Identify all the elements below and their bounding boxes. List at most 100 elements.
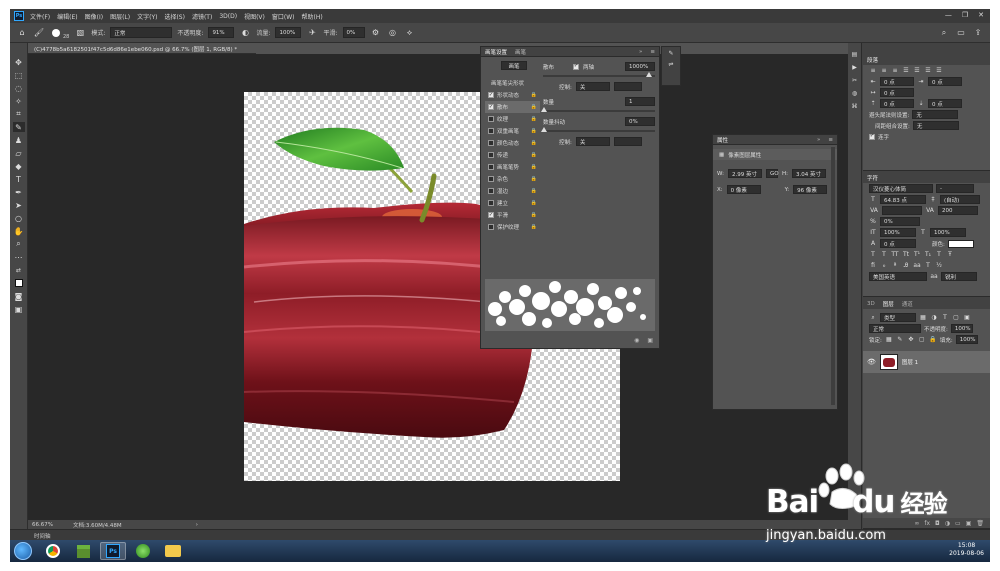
indent-left-input[interactable]: 0 点 (880, 77, 914, 86)
menu-type[interactable]: 文字(Y) (137, 12, 157, 21)
checkbox[interactable] (488, 176, 494, 182)
x-input[interactable]: 0 像素 (726, 185, 761, 194)
airbrush-icon[interactable]: ✈ (306, 27, 318, 39)
count-jitter-input[interactable]: 0% (625, 117, 655, 126)
fill-input[interactable]: 100% (955, 335, 978, 344)
photoshop-taskbar-icon[interactable]: Ps (100, 542, 126, 560)
minimize-icon[interactable]: — (945, 11, 952, 19)
count-slider[interactable] (541, 107, 655, 112)
restore-icon[interactable]: ❐ (962, 11, 968, 19)
fraction-icon[interactable]: ½ (935, 262, 943, 269)
control2-select[interactable]: 关 (575, 137, 610, 146)
checkbox[interactable] (488, 164, 494, 170)
brush-preset-picker[interactable] (50, 27, 62, 39)
symmetry-icon[interactable]: ⟡ (404, 27, 416, 39)
panel-menu-icon[interactable]: ≡ (650, 49, 655, 55)
pen-tool-icon[interactable]: ✒ (13, 187, 25, 197)
lock-icon[interactable]: 🔒 (531, 92, 537, 98)
lock-icon[interactable]: 🔒 (531, 116, 537, 122)
magic-wand-tool-icon[interactable]: ✧ (13, 96, 25, 106)
horizontal-scale-input[interactable]: 100% (930, 228, 966, 237)
leading-input[interactable]: (自动) (940, 195, 980, 204)
checkbox[interactable] (488, 116, 494, 122)
checkbox[interactable] (488, 128, 494, 134)
list-item[interactable]: 建立 🔒 (485, 197, 540, 209)
font-family-select[interactable]: 汉仪菱心体简 (869, 184, 933, 193)
text-color-swatch[interactable] (947, 239, 974, 248)
panel-menu-icon[interactable]: ≡ (828, 137, 833, 143)
screen-mode-icon[interactable]: ▣ (13, 304, 25, 314)
list-item[interactable]: ✓ 平滑 🔒 (485, 209, 540, 221)
flow-input[interactable]: 100% (275, 27, 302, 38)
checkbox[interactable] (488, 224, 494, 230)
scatter-input[interactable]: 1000% (625, 62, 655, 71)
explorer-taskbar-icon[interactable] (160, 542, 186, 560)
bucket-tool-icon[interactable]: ◆ (13, 161, 25, 171)
properties-title[interactable]: 属性 (717, 136, 728, 144)
checkbox[interactable] (488, 188, 494, 194)
layer-row[interactable]: 👁 图层 1 (863, 351, 990, 373)
close-icon[interactable]: ✕ (978, 11, 984, 19)
superscript-icon[interactable]: T¹ (913, 251, 921, 258)
checkbox[interactable] (488, 140, 494, 146)
zoom-readout[interactable]: 66.67% (32, 522, 53, 528)
brush-preset-button[interactable]: 画笔 (501, 61, 527, 70)
character-title[interactable]: 字符 (867, 174, 878, 182)
tab-layers[interactable]: 图层 (883, 300, 894, 308)
status-arrow-icon[interactable]: › (196, 522, 198, 528)
lock-pixels-icon[interactable]: ✎ (896, 336, 904, 343)
filter-pixel-icon[interactable]: ▦ (919, 314, 927, 321)
brush-tip-shape[interactable]: 画笔笔尖形状 (485, 77, 540, 89)
align-right-icon[interactable]: ≡ (891, 67, 899, 74)
justify-left-icon[interactable]: ☰ (902, 67, 910, 74)
history-icon[interactable]: ▤ (851, 51, 859, 58)
preview-toggle-icon[interactable]: ◉ (634, 337, 639, 344)
kinsoku-select[interactable]: 无 (912, 110, 959, 119)
workspace-icon[interactable]: ▭ (955, 27, 967, 39)
y-input[interactable]: 96 像素 (793, 185, 828, 194)
list-item[interactable]: 杂色 🔒 (485, 173, 540, 185)
checkbox[interactable] (488, 200, 494, 206)
lock-icon[interactable]: 🔒 (531, 104, 537, 110)
lock-icon[interactable]: 🔒 (531, 188, 537, 194)
layer-filter-select[interactable]: 类型 (880, 313, 916, 322)
adjust-dock-icon[interactable]: ⇌ (667, 61, 675, 68)
tab-3d[interactable]: 3D (867, 301, 875, 307)
new-brush-icon[interactable]: ▣ (647, 337, 653, 344)
mojikumi-select[interactable]: 无 (912, 121, 959, 130)
color-icon[interactable]: ◍ (851, 90, 859, 97)
filter-type-icon[interactable]: T (941, 314, 949, 321)
vertical-scale-input[interactable]: 100% (880, 228, 916, 237)
chrome-taskbar-icon[interactable] (40, 542, 66, 560)
faux-bold-icon[interactable]: T (869, 251, 877, 258)
menu-image[interactable]: 图像(I) (85, 12, 103, 21)
swash-icon[interactable]: Ꭿ (902, 262, 910, 270)
path-select-tool-icon[interactable]: ➤ (13, 200, 25, 210)
subscript-icon[interactable]: T₁ (924, 251, 932, 258)
actions-icon[interactable]: ▶ (851, 64, 859, 71)
tab-brushes[interactable]: 画笔 (515, 48, 526, 56)
alternates-icon[interactable]: aa (913, 262, 921, 269)
control-select[interactable]: 关 (575, 82, 610, 91)
checkbox[interactable]: ✓ (488, 104, 494, 110)
menu-select[interactable]: 选择(S) (164, 12, 185, 21)
list-item[interactable]: ✓ 形状动态 🔒 (485, 89, 540, 101)
home-icon[interactable]: ⌂ (16, 27, 28, 39)
kerning-input[interactable] (882, 206, 922, 215)
mode-select[interactable]: 正常 (110, 27, 173, 38)
list-item[interactable]: 保护纹理 🔒 (485, 221, 540, 233)
hand-tool-icon[interactable]: ✋ (13, 226, 25, 236)
lasso-tool-icon[interactable]: ◌ (13, 83, 25, 93)
gear-icon[interactable]: ⚙ (370, 27, 382, 39)
tsume-input[interactable]: 0% (880, 217, 920, 226)
pressure-opacity-icon[interactable]: ◐ (239, 27, 251, 39)
tools-preset-icon[interactable]: ✂ (851, 77, 859, 84)
brush-tool-icon[interactable]: 🖌 (33, 27, 45, 39)
faux-italic-icon[interactable]: T (880, 251, 888, 258)
eye-icon[interactable]: 👁 (867, 358, 876, 366)
layer-thumbnail[interactable] (879, 354, 898, 370)
foreground-color-swatch[interactable] (13, 278, 25, 288)
justify-right-icon[interactable]: ☰ (924, 67, 932, 74)
filter-adjust-icon[interactable]: ◑ (930, 314, 938, 321)
space-before-input[interactable]: 0 点 (880, 99, 914, 108)
